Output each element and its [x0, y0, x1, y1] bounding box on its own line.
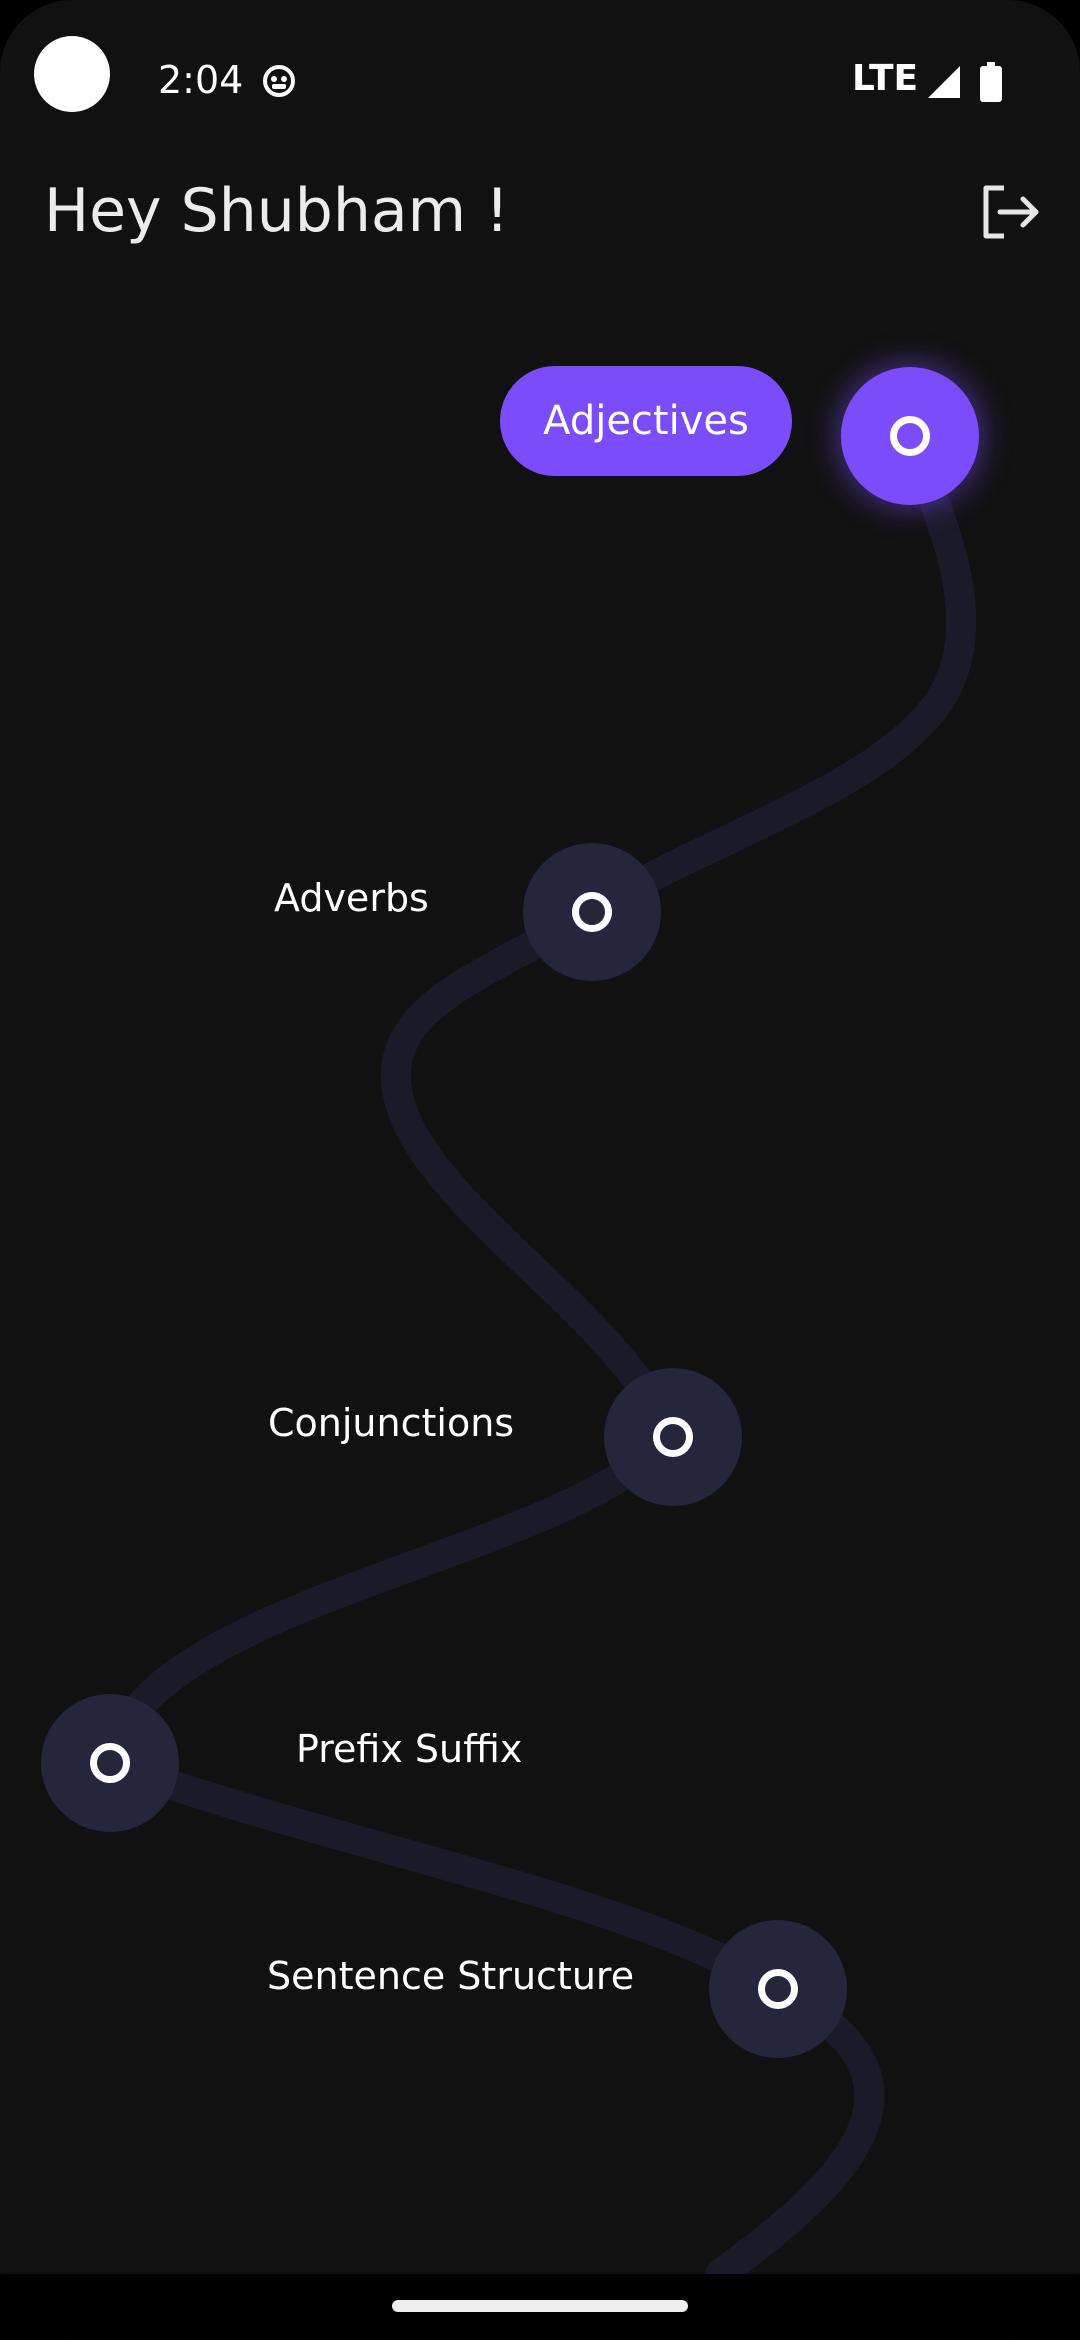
- level-label-adjectives[interactable]: Adjectives: [500, 366, 792, 476]
- level-label-sentence-structure[interactable]: Sentence Structure: [267, 1954, 634, 1998]
- level-node-sentence-structure[interactable]: [709, 1920, 847, 2058]
- level-marker-icon: [572, 892, 612, 932]
- level-label-prefix-suffix[interactable]: Prefix Suffix: [296, 1727, 522, 1771]
- level-node-adverbs[interactable]: [523, 843, 661, 981]
- level-label-adverbs[interactable]: Adverbs: [274, 876, 429, 920]
- app-screen: 2:04 LTE Hey Shubham ! Adjectives Adverb…: [0, 0, 1080, 2340]
- level-marker-icon: [890, 416, 930, 456]
- level-node-adjectives[interactable]: [841, 367, 979, 505]
- level-node-prefix-suffix[interactable]: [41, 1694, 179, 1832]
- level-marker-icon: [90, 1743, 130, 1783]
- navigation-bar: [0, 2274, 1080, 2340]
- level-marker-icon: [758, 1969, 798, 2009]
- level-node-conjunctions[interactable]: [604, 1368, 742, 1506]
- level-marker-icon: [653, 1417, 693, 1457]
- home-indicator[interactable]: [392, 2300, 688, 2312]
- level-label-conjunctions[interactable]: Conjunctions: [268, 1401, 514, 1445]
